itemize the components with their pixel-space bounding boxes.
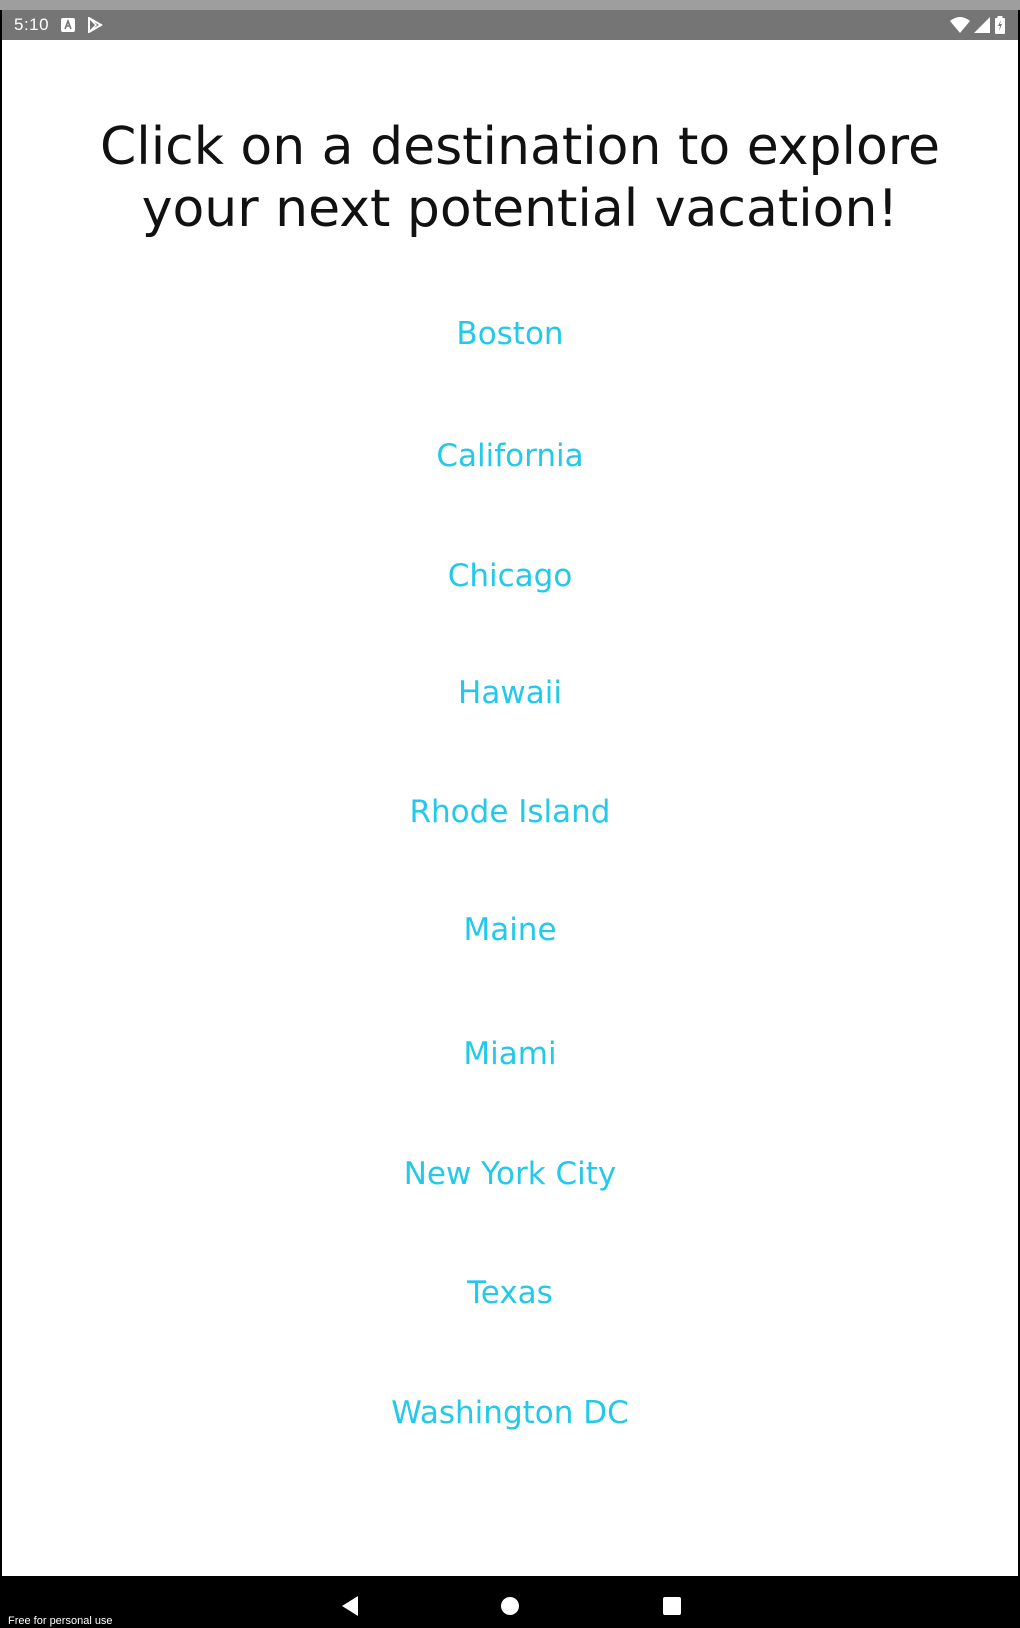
page-headline: Click on a destination to explore your n… xyxy=(2,116,1020,240)
status-left: 5:10 xyxy=(14,15,104,35)
headline-line-2: your next potential vacation! xyxy=(141,179,899,239)
back-button[interactable] xyxy=(330,1586,370,1626)
destination-link-washington-dc[interactable]: Washington DC xyxy=(2,1393,1018,1433)
app-screen: Click on a destination to explore your n… xyxy=(2,40,1018,1576)
destination-link-chicago[interactable]: Chicago xyxy=(2,556,1018,596)
headline-line-1: Click on a destination to explore xyxy=(99,117,941,177)
destination-link-california[interactable]: California xyxy=(2,436,1018,476)
status-bar: 5:10 xyxy=(2,10,1018,40)
navigation-bar xyxy=(0,1576,1020,1628)
destination-link-boston[interactable]: Boston xyxy=(2,314,1018,354)
status-right xyxy=(950,16,1006,34)
destination-link-rhode-island[interactable]: Rhode Island xyxy=(2,792,1018,832)
wifi-icon xyxy=(950,17,970,33)
recents-button[interactable] xyxy=(652,1586,692,1626)
destination-link-new-york-city[interactable]: New York City xyxy=(2,1154,1018,1194)
battery-icon xyxy=(994,16,1006,34)
status-time: 5:10 xyxy=(14,15,50,34)
recents-icon xyxy=(662,1596,682,1616)
home-button[interactable] xyxy=(490,1586,530,1626)
home-icon xyxy=(500,1596,520,1616)
device-top-edge xyxy=(0,0,1020,10)
destination-link-hawaii[interactable]: Hawaii xyxy=(2,673,1018,713)
cell-signal-icon xyxy=(974,17,990,33)
a-notification-icon xyxy=(61,18,76,32)
back-icon xyxy=(340,1595,360,1617)
destination-link-miami[interactable]: Miami xyxy=(2,1034,1018,1074)
device-frame: 5:10 Click on a destination to explore y… xyxy=(0,0,1020,1628)
play-store-icon xyxy=(87,17,104,33)
destination-link-maine[interactable]: Maine xyxy=(2,910,1018,950)
destination-link-texas[interactable]: Texas xyxy=(2,1273,1018,1313)
watermark-text: Free for personal use xyxy=(8,1615,113,1627)
